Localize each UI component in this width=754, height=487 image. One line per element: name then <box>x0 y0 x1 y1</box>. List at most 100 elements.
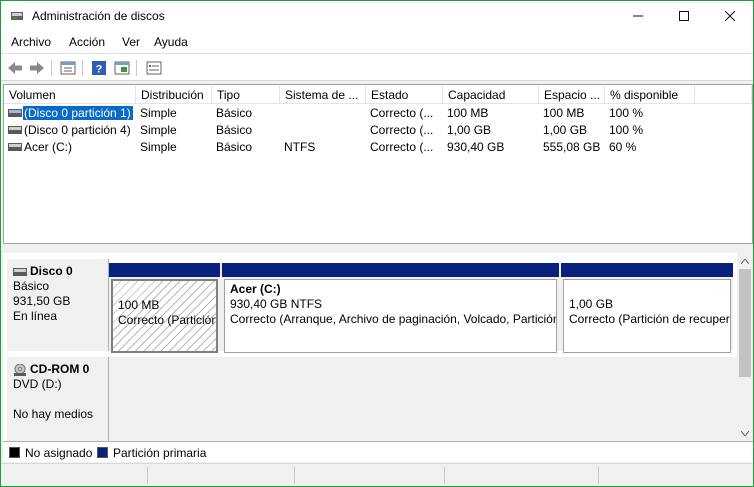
partition-acer-c[interactable]: Acer (C:) 930,40 GB NTFS Correcto (Arran… <box>222 263 559 355</box>
disk-graphical-view: Disco 0 Básico 931,50 GB En línea 100 MB… <box>3 253 737 441</box>
partition-body: Acer (C:) 930,40 GB NTFS Correcto (Arran… <box>224 279 557 353</box>
partition-efi[interactable]: 100 MB Correcto (Partición de sistema EF… <box>109 263 220 355</box>
close-button[interactable] <box>707 1 753 31</box>
legend: No asignado Partición primaria <box>3 441 753 462</box>
cdrom-0-name: CD-ROM 0 <box>30 362 90 376</box>
column-volumen[interactable]: Volumen <box>4 85 136 104</box>
cell-tipo: Básico <box>216 106 253 120</box>
table-row[interactable]: Acer (C:) Simple Básico NTFS Correcto (.… <box>4 139 752 156</box>
partition-recovery[interactable]: 1,00 GB Correcto (Partición de recuperac… <box>561 263 733 355</box>
cdrom-0-area <box>109 357 737 441</box>
cell-volumen: (Disco 0 partición 1) <box>22 105 134 121</box>
partition-title <box>118 283 216 298</box>
partition-bar <box>109 263 220 277</box>
cdrom-0-type: DVD (D:) <box>13 377 62 391</box>
disk-0-label[interactable]: Disco 0 Básico 931,50 GB En línea <box>7 259 109 351</box>
column-porcentaje-disponible[interactable]: % disponible <box>605 85 695 104</box>
properties-icon <box>60 61 76 75</box>
column-sistema-archivos[interactable]: Sistema de ... <box>280 85 366 104</box>
console-view-button[interactable] <box>113 59 131 77</box>
partition-body: 100 MB Correcto (Partición de sistema EF… <box>111 279 218 353</box>
chevron-up-icon <box>741 258 749 264</box>
menu-ayuda[interactable]: Ayuda <box>154 35 188 49</box>
column-estado[interactable]: Estado <box>366 85 443 104</box>
forward-button[interactable] <box>28 59 46 77</box>
forward-arrow-icon <box>30 62 44 74</box>
cell-capacidad: 1,00 GB <box>447 123 492 137</box>
disk-management-app-icon <box>11 12 23 20</box>
cell-espacio: 1,00 GB <box>543 123 588 137</box>
cell-estado: Correcto (... <box>370 123 434 137</box>
minimize-button[interactable] <box>615 1 661 31</box>
chevron-down-icon <box>741 430 749 436</box>
volume-icon <box>8 143 22 151</box>
disk-view-scrollbar[interactable] <box>737 253 753 441</box>
maximize-icon <box>679 11 689 21</box>
cdrom-0-title-row: CD-ROM 0 <box>13 362 108 377</box>
column-espacio-disponible[interactable]: Espacio ... <box>539 85 605 104</box>
partition-status: Correcto (Partición de sistema EFI) <box>118 313 218 327</box>
cell-capacidad: 100 MB <box>447 106 489 120</box>
close-icon <box>725 11 735 21</box>
cdrom-0-label[interactable]: CD-ROM 0 DVD (D:) No hay medios <box>7 357 109 441</box>
cell-distribucion: Simple <box>140 123 177 137</box>
svg-text:?: ? <box>96 64 103 76</box>
title-bar[interactable]: Administración de discos <box>1 1 753 31</box>
volume-list: Volumen Distribución Tipo Sistema de ...… <box>3 84 753 244</box>
menu-ver[interactable]: Ver <box>122 35 140 49</box>
partition-bar <box>561 263 733 277</box>
toolbar: ? <box>1 53 753 81</box>
menu-archivo[interactable]: Archivo <box>11 35 51 49</box>
menu-accion[interactable]: Acción <box>69 35 105 49</box>
legend-unallocated: No asignado <box>25 446 93 460</box>
scroll-up-button[interactable] <box>737 253 753 269</box>
cell-espacio: 100 MB <box>543 106 585 120</box>
cell-volumen: Acer (C:) <box>24 140 72 154</box>
status-separator <box>444 467 445 484</box>
back-arrow-icon <box>8 62 22 74</box>
toolbar-separator <box>51 60 52 76</box>
settings-list-button[interactable] <box>145 59 163 77</box>
disk-0-title-row: Disco 0 <box>13 264 108 279</box>
settings-list-icon <box>146 61 162 75</box>
primary-partition-swatch <box>97 447 108 458</box>
back-button[interactable] <box>6 59 24 77</box>
hard-disk-icon <box>13 267 27 276</box>
column-tipo[interactable]: Tipo <box>212 85 280 104</box>
partition-body: 1,00 GB Correcto (Partición de recuperac… <box>563 279 731 353</box>
column-capacidad[interactable]: Capacidad <box>443 85 539 104</box>
toolbar-separator <box>82 60 83 76</box>
cdrom-0-status: No hay medios <box>13 407 94 421</box>
menu-bar: Archivo Acción Ver Ayuda <box>1 31 753 53</box>
window-title: Administración de discos <box>32 9 165 23</box>
pane-splitter[interactable] <box>1 245 753 253</box>
cell-capacidad: 930,40 GB <box>447 140 505 154</box>
cell-volumen: (Disco 0 partición 4) <box>24 123 131 137</box>
partition-bar <box>222 263 559 277</box>
maximize-button[interactable] <box>661 1 707 31</box>
toolbar-separator <box>136 60 137 76</box>
table-row[interactable]: (Disco 0 partición 4) Simple Básico Corr… <box>4 122 752 139</box>
partition-title <box>569 282 730 297</box>
console-view-icon <box>114 61 130 75</box>
scroll-thumb[interactable] <box>739 269 751 377</box>
properties-button[interactable] <box>59 59 77 77</box>
status-separator <box>294 467 295 484</box>
cell-distribucion: Simple <box>140 106 177 120</box>
cell-distribucion: Simple <box>140 140 177 154</box>
help-button[interactable]: ? <box>90 59 108 77</box>
cell-disponible: 60 % <box>609 140 637 154</box>
table-row[interactable]: (Disco 0 partición 1) Simple Básico Corr… <box>4 105 752 122</box>
help-icon: ? <box>92 61 106 76</box>
cell-sistema: NTFS <box>284 140 316 154</box>
partition-size: 1,00 GB <box>569 297 614 311</box>
disk-management-window: Administración de discos Archivo Acción … <box>0 0 754 487</box>
cell-tipo: Básico <box>216 140 253 154</box>
column-distribucion[interactable]: Distribución <box>136 85 212 104</box>
disk-0-type: Básico <box>13 279 50 293</box>
scroll-down-button[interactable] <box>737 425 753 441</box>
partition-status: Correcto (Partición de recuperación) <box>569 312 730 326</box>
disk-0-name: Disco 0 <box>30 264 73 278</box>
partition-title: Acer (C:) <box>230 282 281 296</box>
disk-0-size: 931,50 GB <box>13 294 71 308</box>
